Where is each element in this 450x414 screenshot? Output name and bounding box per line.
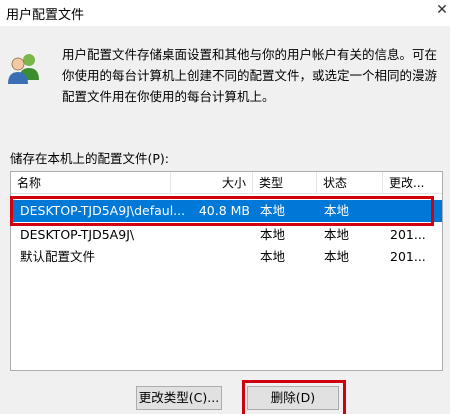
- row-type: 本地: [260, 227, 286, 242]
- column-header-name[interactable]: 名称: [11, 172, 171, 194]
- description-text: 用户配置文件存储桌面设置和其他与你的用户帐户有关的信息。可在你使用的每台计算机上…: [62, 47, 438, 104]
- change-type-button[interactable]: 更改类型(C)...: [136, 386, 222, 410]
- row-changed: 201...: [390, 227, 426, 242]
- profiles-list-label: 储存在本机上的配置文件(P):: [10, 151, 170, 166]
- window-title: 用户配置文件: [6, 8, 85, 23]
- title-bar: 用户配置文件 ✕: [0, 0, 450, 26]
- row-status: 本地: [324, 249, 350, 264]
- row-status: 本地: [324, 227, 350, 242]
- row-name: 默认配置文件: [20, 249, 96, 264]
- row-size: 40.8 MB: [198, 203, 250, 218]
- column-header-size[interactable]: 大小: [171, 172, 253, 194]
- close-icon[interactable]: ✕: [434, 0, 450, 22]
- row-type: 本地: [260, 249, 286, 264]
- users-icon: [8, 54, 39, 84]
- row-status: 本地: [324, 203, 350, 218]
- row-size: [184, 246, 254, 268]
- row-name: DESKTOP-TJD5A9J\: [20, 227, 135, 242]
- row-changed: 201...: [390, 249, 426, 264]
- column-header-type[interactable]: 类型: [253, 172, 317, 194]
- column-header-changed[interactable]: 更改...: [383, 172, 442, 194]
- profiles-listview[interactable]: 名称 大小 类型 状态 更改... DESKTOP-TJD5A9J\defaul…: [10, 171, 443, 371]
- row-type: 本地: [260, 203, 286, 218]
- table-row[interactable]: DESKTOP-TJD5A9J\ 本地 本地 201...: [12, 224, 442, 246]
- table-row[interactable]: 默认配置文件 本地 本地 201...: [12, 246, 442, 268]
- list-header: 名称 大小 类型 状态 更改...: [11, 172, 442, 194]
- row-changed: [384, 200, 442, 222]
- row-name: DESKTOP-TJD5A9J\defaul...: [20, 203, 184, 218]
- row-size: [184, 224, 254, 246]
- column-header-status[interactable]: 状态: [317, 172, 383, 194]
- table-row[interactable]: DESKTOP-TJD5A9J\defaul... 40.8 MB 本地 本地: [12, 200, 442, 222]
- delete-button[interactable]: 删除(D): [247, 386, 339, 410]
